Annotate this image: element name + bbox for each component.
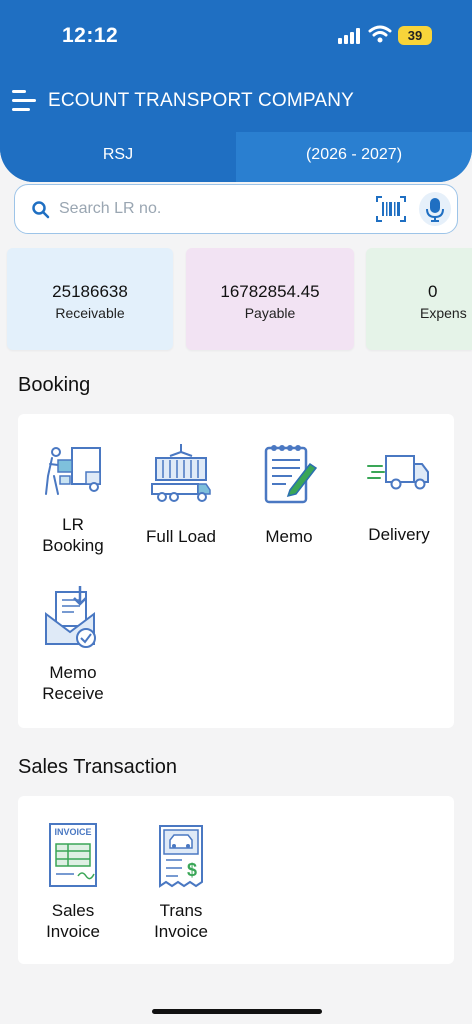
expense-card[interactable]: 0 Expens <box>366 248 472 350</box>
booking-panel: LR Booking Full Load Memo Delivery Memo … <box>18 414 454 728</box>
home-indicator <box>152 1009 322 1014</box>
sales-transaction-title: Sales Transaction <box>18 756 177 778</box>
company-title: ECOUNT TRANSPORT COMPANY <box>48 90 355 111</box>
expense-value: 0 <box>428 282 438 301</box>
memo-label: Memo <box>265 527 313 546</box>
memo-icon <box>264 445 318 504</box>
payable-card[interactable]: 16782854.45 Payable <box>186 248 354 350</box>
voice-search-button[interactable] <box>419 192 451 226</box>
status-time: 12:12 <box>62 24 119 47</box>
sales-invoice-icon: INVOICE <box>49 823 97 887</box>
status-bar: 12:12 39 <box>0 0 472 70</box>
signal-icon <box>338 28 362 44</box>
tab-financial-year[interactable]: (2026 - 2027) <box>236 132 472 182</box>
receivable-card[interactable]: 25186638 Receivable <box>7 248 173 350</box>
expense-label: Expens <box>420 305 467 321</box>
battery-icon: 39 <box>398 26 432 45</box>
memo-receive-label: Memo Receive <box>42 663 104 703</box>
full-load-tile[interactable]: Full Load <box>126 442 236 547</box>
receivable-value: 25186638 <box>52 282 128 301</box>
search-icon <box>32 201 50 219</box>
tab-row: RSJ (2026 - 2027) <box>0 132 472 182</box>
full-load-icon <box>151 444 211 502</box>
memo-receive-tile[interactable]: Memo Receive <box>18 586 128 704</box>
full-load-label: Full Load <box>146 527 216 546</box>
wifi-icon <box>368 25 392 43</box>
sales-invoice-label: Sales Invoice <box>46 901 100 941</box>
delivery-label: Delivery <box>368 525 430 544</box>
delivery-tile[interactable]: Delivery <box>344 442 454 545</box>
sales-invoice-tile[interactable]: INVOICE Sales Invoice <box>18 822 128 942</box>
menu-icon[interactable] <box>12 90 38 112</box>
app-header: 12:12 39 ECOUNT TRANSPORT COMPANY RSJ (2… <box>0 0 472 182</box>
receivable-label: Receivable <box>55 305 125 321</box>
lr-booking-icon <box>45 447 101 495</box>
booking-title: Booking <box>18 374 91 396</box>
search-input[interactable] <box>59 195 359 223</box>
lr-booking-label: LR Booking <box>42 515 104 555</box>
lr-booking-tile[interactable]: LR Booking <box>18 442 128 556</box>
trans-invoice-tile[interactable]: $ Trans Invoice <box>126 822 236 942</box>
trans-invoice-icon: $ <box>159 825 203 888</box>
tab-branch[interactable]: RSJ <box>0 132 236 182</box>
microphone-icon <box>426 198 444 222</box>
sales-transaction-panel: INVOICE Sales Invoice $ Trans Invoice <box>18 796 454 964</box>
memo-tile[interactable]: Memo <box>234 442 344 547</box>
memo-receive-icon <box>45 586 96 648</box>
trans-invoice-label: Trans Invoice <box>154 901 208 941</box>
svg-text:INVOICE: INVOICE <box>54 827 91 837</box>
search-bar <box>14 184 458 234</box>
barcode-scan-icon[interactable] <box>375 195 407 223</box>
payable-label: Payable <box>244 305 296 321</box>
svg-text:$: $ <box>187 860 197 880</box>
delivery-icon <box>367 455 429 490</box>
payable-value: 16782854.45 <box>220 282 320 301</box>
